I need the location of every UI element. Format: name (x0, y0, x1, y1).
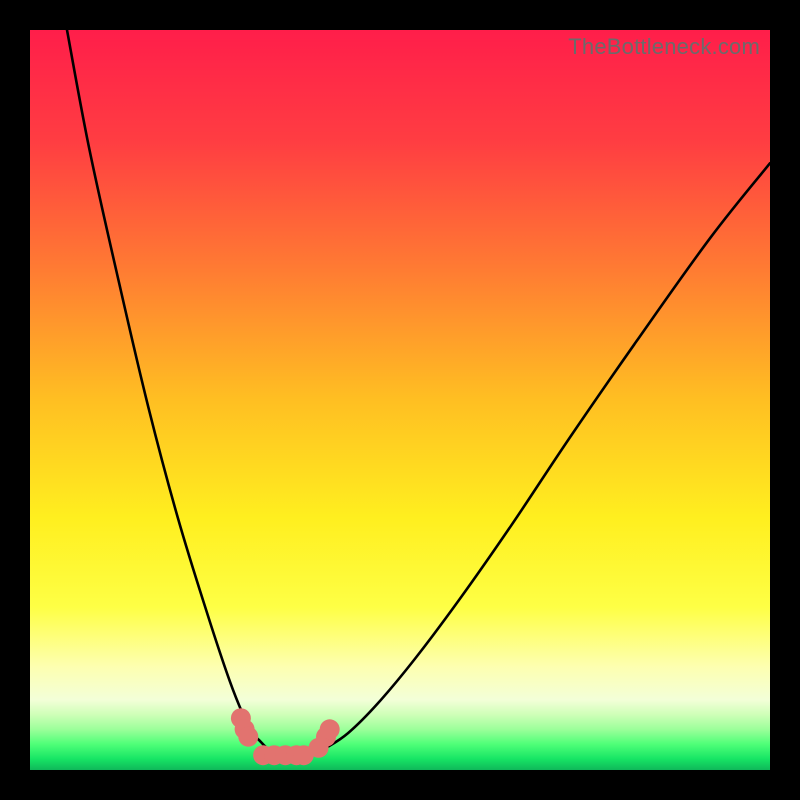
valley-point (238, 727, 258, 747)
curves-layer (30, 30, 770, 770)
chart-frame: TheBottleneck.com (0, 0, 800, 800)
valley-point (320, 719, 340, 739)
curve-left (67, 30, 282, 755)
watermark-text: TheBottleneck.com (568, 34, 760, 60)
curve-right (311, 163, 770, 755)
plot-area: TheBottleneck.com (30, 30, 770, 770)
valley-markers (231, 708, 340, 765)
